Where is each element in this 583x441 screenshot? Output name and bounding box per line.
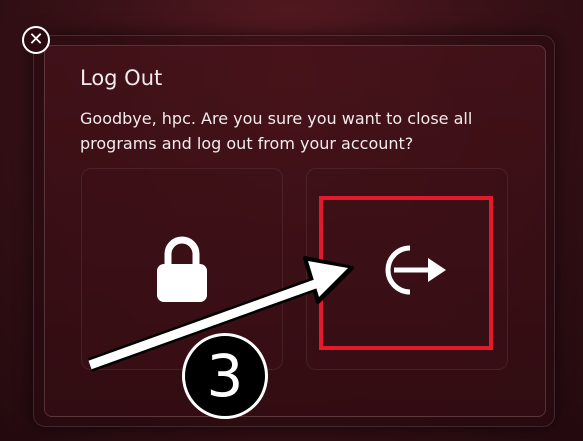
dialog-message: Goodbye, hpc. Are you sure you want to c… bbox=[80, 109, 473, 153]
highlight-box bbox=[319, 196, 493, 350]
close-icon: ✕ bbox=[28, 29, 44, 50]
close-button[interactable]: ✕ bbox=[22, 26, 50, 54]
lock-icon bbox=[157, 236, 207, 302]
dialog-title: Log Out bbox=[80, 66, 163, 90]
step-number-badge: 3 bbox=[182, 333, 268, 419]
